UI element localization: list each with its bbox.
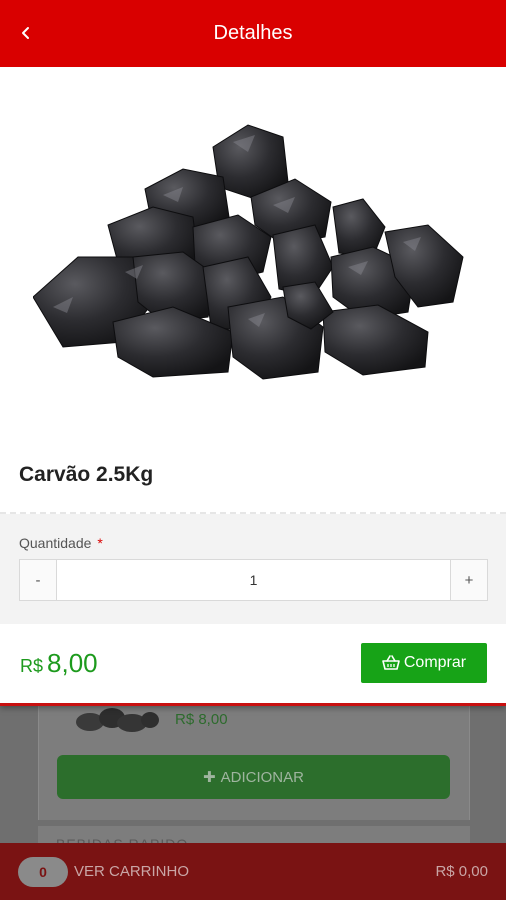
- quantity-input[interactable]: 1: [57, 560, 450, 600]
- quantity-stepper: - 1 +: [19, 559, 488, 601]
- price-currency: R$: [20, 655, 44, 676]
- price-value: 8,00: [47, 647, 98, 678]
- charcoal-image: [33, 124, 464, 380]
- quantity-increase-button[interactable]: +: [450, 560, 487, 600]
- purchase-row: R$ 8,00 Comprar: [0, 624, 506, 702]
- cart-count-badge: 0: [18, 856, 68, 887]
- buy-button[interactable]: Comprar: [361, 643, 487, 683]
- add-button-label: ADICIONAR: [220, 768, 304, 786]
- basket-icon: [382, 655, 400, 670]
- quantity-decrease-button[interactable]: -: [20, 560, 57, 600]
- buy-button-label: Comprar: [403, 654, 467, 671]
- product-name: Carvão 2.5Kg: [19, 462, 154, 486]
- required-marker: *: [97, 535, 103, 551]
- cart-total: R$ 0,00: [435, 863, 488, 880]
- product-image: [0, 67, 506, 437]
- background-item-price: R$ 8,00: [175, 711, 228, 728]
- page-title: Detalhes: [213, 22, 293, 44]
- back-button[interactable]: [10, 17, 42, 49]
- add-to-cart-button[interactable]: ✚ ADICIONAR: [57, 755, 450, 799]
- quantity-section: Quantidade * - 1 +: [0, 514, 506, 624]
- modal-header: Detalhes: [0, 0, 506, 67]
- view-cart-label: VER CARRINHO: [74, 863, 190, 880]
- plus-icon: ✚: [203, 769, 216, 786]
- product-details-modal: Detalhes Carvão 2.5Kg Quantidade * - 1 +…: [0, 0, 506, 706]
- product-price: R$ 8,00: [20, 648, 98, 679]
- background-product-thumbnail: [76, 708, 159, 732]
- quantity-label: Quantidade: [19, 535, 92, 551]
- chevron-left-icon: [22, 27, 29, 39]
- cart-bar[interactable]: 0 VER CARRINHO R$ 0,00: [0, 843, 506, 900]
- quantity-label-row: Quantidade *: [19, 535, 487, 551]
